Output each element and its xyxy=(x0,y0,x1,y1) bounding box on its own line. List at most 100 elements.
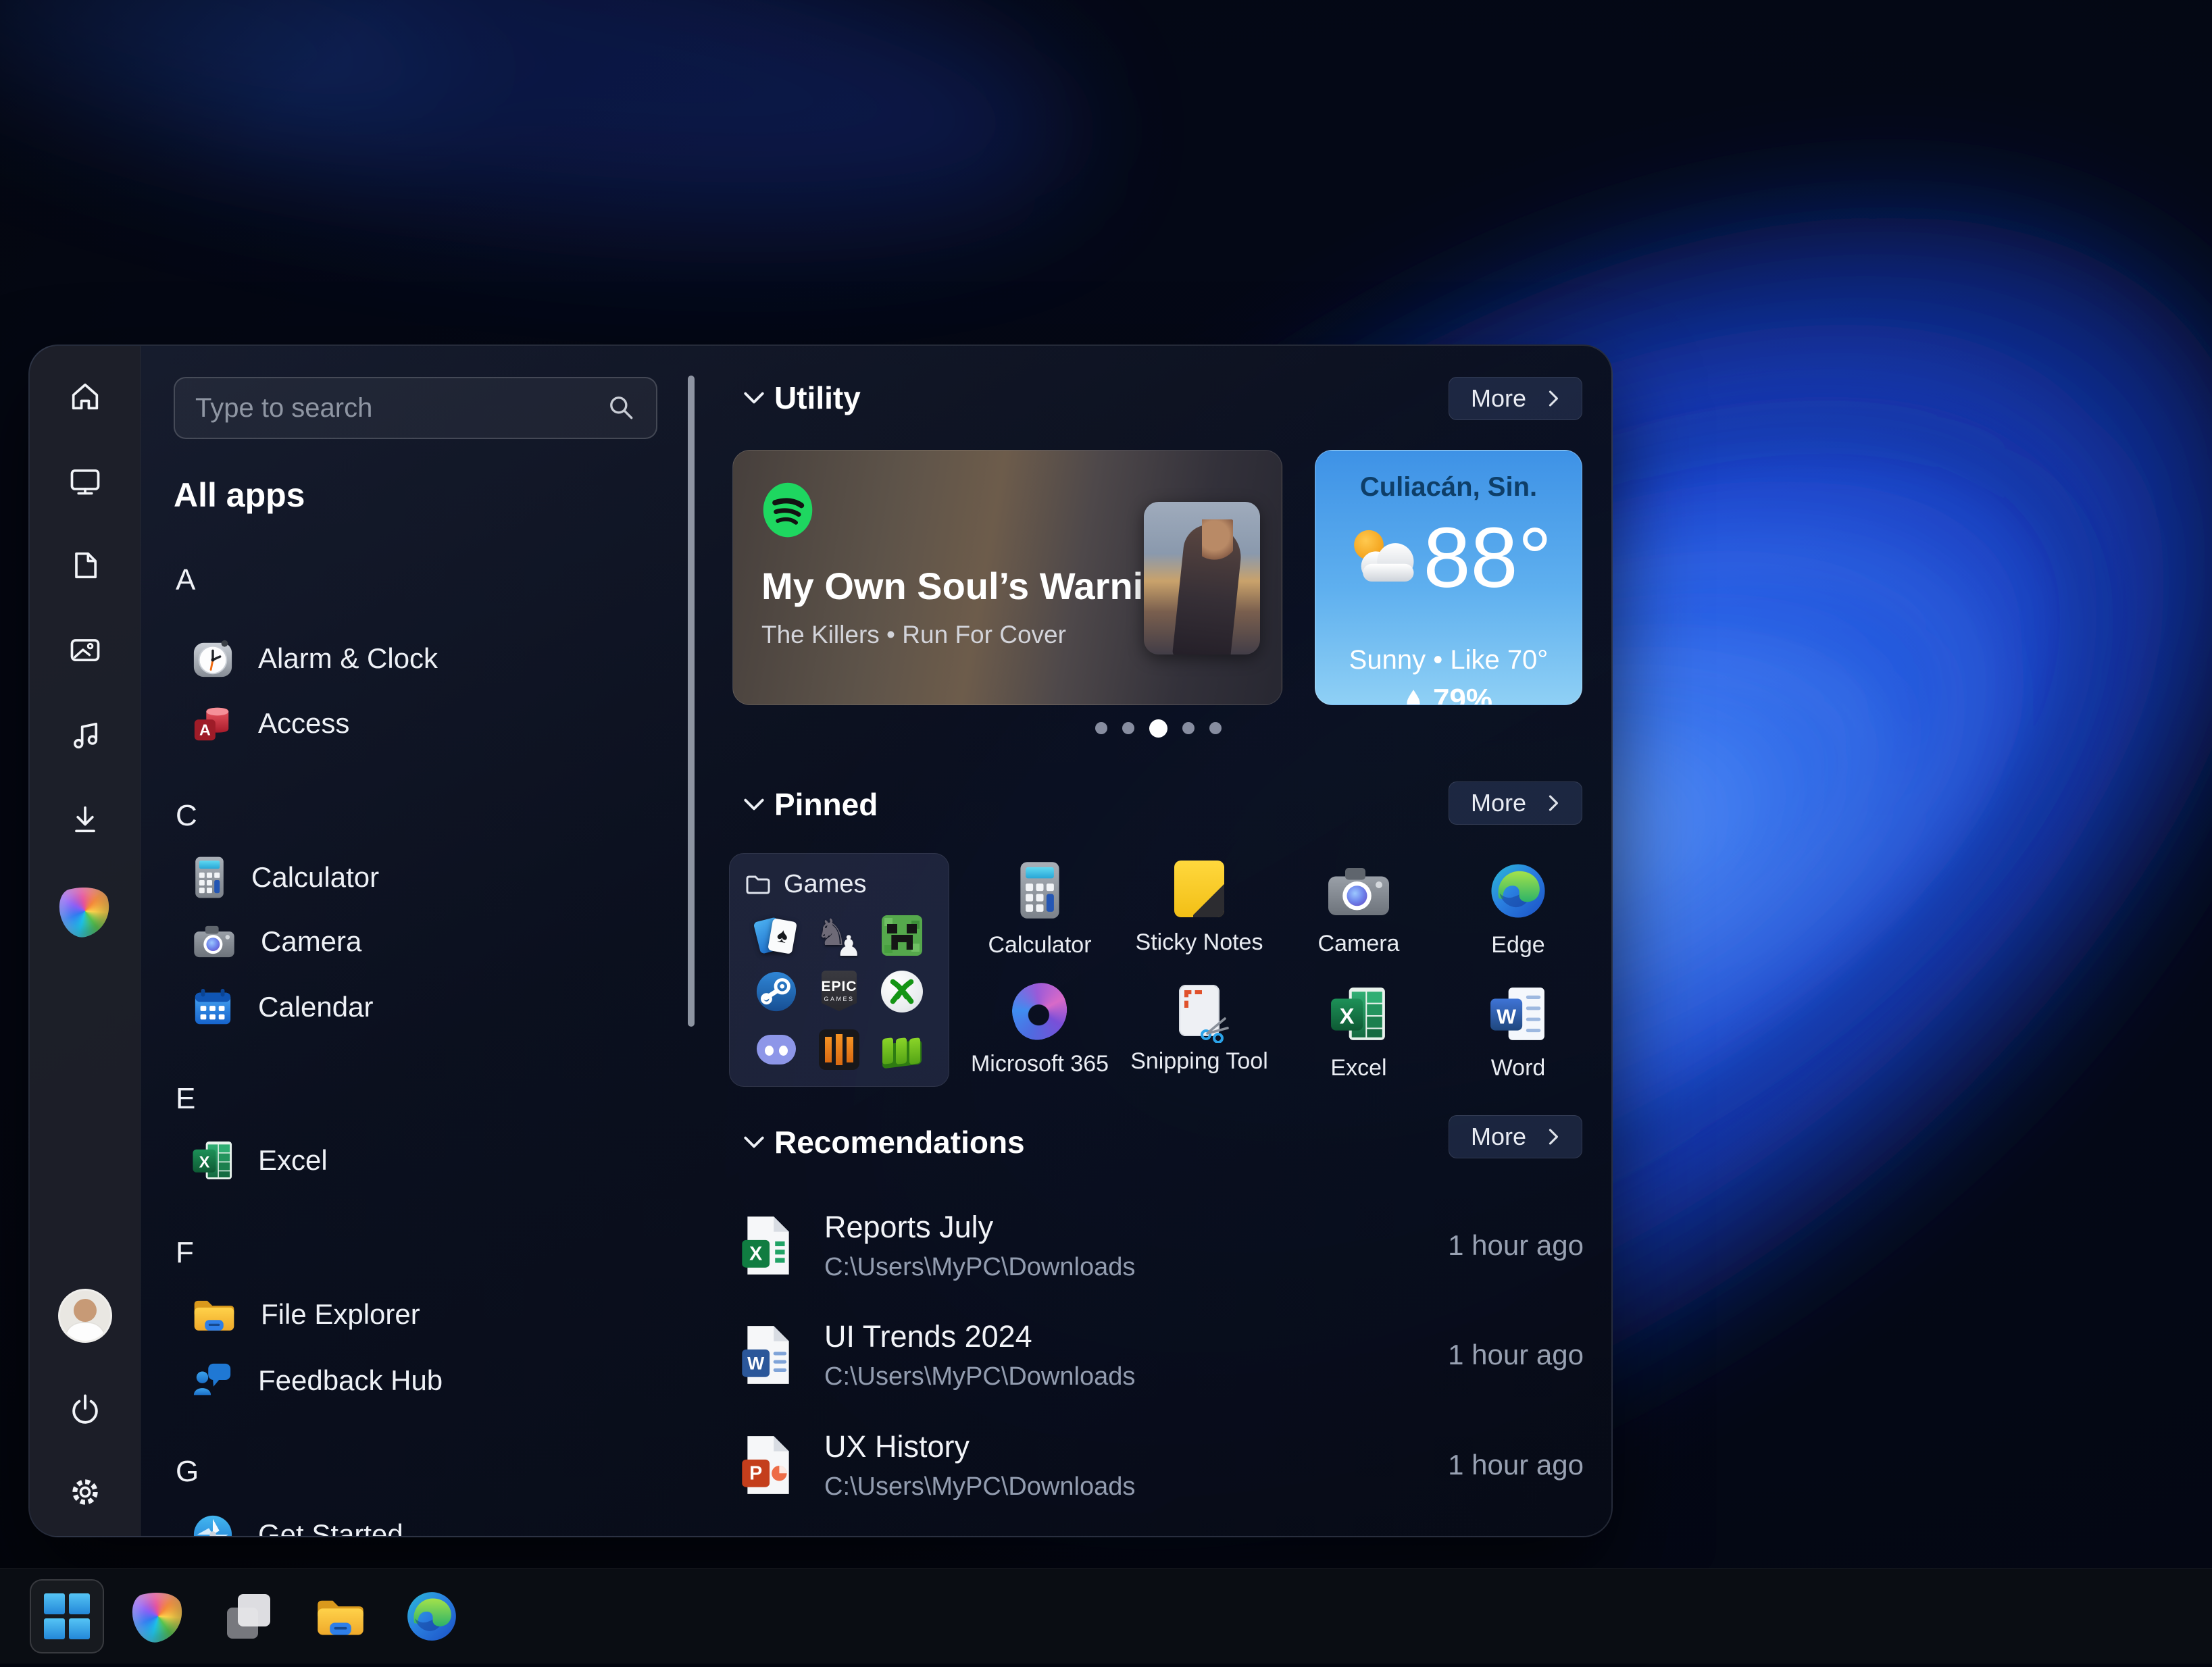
edge-icon xyxy=(405,1590,458,1643)
recommended-file-row[interactable]: Reports July C:\Users\MyPC\Downloads 1 h… xyxy=(742,1204,1584,1287)
get-started-icon xyxy=(192,1514,234,1537)
app-row-excel[interactable]: Excel xyxy=(192,1135,328,1186)
carousel-dot-active[interactable] xyxy=(1149,719,1167,738)
carousel-dot[interactable] xyxy=(1182,722,1195,734)
camera-icon xyxy=(192,923,236,960)
rail-settings-button[interactable] xyxy=(53,1460,118,1524)
start-button[interactable] xyxy=(30,1579,104,1653)
more-label: More xyxy=(1471,1123,1526,1151)
app-row-feedback-hub[interactable]: Feedback Hub xyxy=(192,1355,443,1406)
app-label: Alarm & Clock xyxy=(258,642,438,675)
rail-downloads-button[interactable] xyxy=(53,787,118,852)
apps-list-scrollbar[interactable] xyxy=(688,376,695,1027)
pinned-tile-snipping-tool[interactable]: Snipping Tool xyxy=(1125,985,1274,1075)
pinned-more-button[interactable]: More xyxy=(1449,781,1582,825)
tile-label: Snipping Tool xyxy=(1130,1048,1268,1075)
pinned-tile-camera[interactable]: Camera xyxy=(1284,865,1433,957)
carousel-dot[interactable] xyxy=(1095,722,1107,734)
tile-label: Sticky Notes xyxy=(1136,929,1263,956)
sticky-notes-icon xyxy=(1174,861,1224,917)
pinned-collapse-chevron-icon[interactable] xyxy=(742,796,766,813)
minecraft-creeper-icon[interactable] xyxy=(882,915,922,956)
pinned-tile-microsoft-365[interactable]: Microsoft 365 xyxy=(965,983,1114,1077)
group-letter: E xyxy=(176,1082,195,1116)
rail-account-button[interactable] xyxy=(53,1283,118,1348)
utility-collapse-chevron-icon[interactable] xyxy=(742,389,766,407)
microsoft-365-icon xyxy=(1005,976,1074,1046)
app-row-calendar[interactable]: Calendar xyxy=(192,981,373,1033)
rail-documents-button[interactable] xyxy=(53,533,118,598)
recommendations-collapse-chevron-icon[interactable] xyxy=(742,1133,766,1151)
app-row-calculator[interactable]: Calculator xyxy=(192,852,379,903)
more-label: More xyxy=(1471,789,1526,817)
file-name: UI Trends 2024 xyxy=(824,1319,1417,1354)
xbox-icon[interactable] xyxy=(881,971,923,1012)
feedback-hub-icon xyxy=(192,1360,234,1402)
pinned-tile-sticky-notes[interactable]: Sticky Notes xyxy=(1125,861,1274,956)
document-icon xyxy=(68,548,103,583)
app-label: Calendar xyxy=(258,991,373,1023)
spotify-media-card[interactable]: My Own Soul’s Warni... The Killers • Run… xyxy=(732,450,1282,705)
rail-home-button[interactable] xyxy=(53,364,118,429)
file-timestamp: 1 hour ago xyxy=(1448,1339,1584,1371)
epic-games-icon[interactable]: EPICGAMES xyxy=(822,971,857,1011)
camera-icon xyxy=(1325,865,1392,919)
calculator-icon xyxy=(1015,861,1064,920)
app-label: Feedback Hub xyxy=(258,1364,443,1397)
app-row-file-explorer[interactable]: File Explorer xyxy=(192,1289,420,1340)
tile-label: Camera xyxy=(1318,931,1400,957)
recommended-file-row[interactable]: UX History C:\Users\MyPC\Downloads 1 hou… xyxy=(742,1424,1584,1506)
recommended-file-row[interactable]: UI Trends 2024 C:\Users\MyPC\Downloads 1… xyxy=(742,1314,1584,1396)
carousel-dot[interactable] xyxy=(1122,722,1134,734)
recommendations-more-button[interactable]: More xyxy=(1449,1115,1582,1158)
file-name: Reports July xyxy=(824,1210,1417,1245)
excel-file-icon xyxy=(742,1214,793,1277)
word-icon xyxy=(1489,985,1547,1043)
pinned-tile-word[interactable]: Word xyxy=(1444,985,1592,1081)
app-row-alarm-clock[interactable]: Alarm & Clock xyxy=(192,633,438,684)
app-row-access[interactable]: Access xyxy=(192,698,349,749)
rail-pictures-button[interactable] xyxy=(53,617,118,682)
app-label: Access xyxy=(258,707,349,740)
steam-icon[interactable] xyxy=(755,971,797,1016)
solitaire-icon[interactable]: ♠ xyxy=(755,915,797,957)
search-box[interactable] xyxy=(174,377,657,439)
file-explorer-icon xyxy=(315,1595,366,1638)
sun-cloud-icon xyxy=(1345,517,1423,598)
excel-icon xyxy=(1330,985,1388,1043)
alarm-clock-icon xyxy=(192,638,234,679)
file-timestamp: 1 hour ago xyxy=(1448,1229,1584,1262)
app-row-camera[interactable]: Camera xyxy=(192,916,361,967)
search-input[interactable] xyxy=(195,393,607,424)
call-of-duty-icon[interactable] xyxy=(819,1029,859,1070)
group-letter: A xyxy=(176,563,195,597)
desktop-monitor-icon xyxy=(68,463,103,498)
taskbar-copilot-button[interactable] xyxy=(121,1579,195,1653)
rail-power-button[interactable] xyxy=(53,1377,118,1441)
pinned-tile-calculator[interactable]: Calculator xyxy=(965,861,1114,958)
taskbar-task-view-button[interactable] xyxy=(212,1579,286,1653)
carousel-dot[interactable] xyxy=(1209,722,1222,734)
pinned-tile-edge[interactable]: Edge xyxy=(1444,862,1592,958)
pinned-tile-excel[interactable]: Excel xyxy=(1284,985,1433,1081)
folder-outline-icon xyxy=(745,873,772,897)
app-row-get-started[interactable]: Get Started xyxy=(192,1509,403,1537)
chess-icon[interactable]: ♞♟ xyxy=(818,915,860,957)
weather-condition: Sunny • Like 70° xyxy=(1315,645,1582,675)
weather-card[interactable]: Culiacán, Sin. 88° Sunny • Like 70° 79% xyxy=(1315,450,1582,705)
file-path: C:\Users\MyPC\Downloads xyxy=(824,1472,1417,1502)
rail-desktop-button[interactable] xyxy=(53,448,118,513)
discord-icon[interactable] xyxy=(757,1035,796,1065)
rail-music-button[interactable] xyxy=(53,702,118,767)
weather-temperature: 88° xyxy=(1423,515,1552,600)
search-icon xyxy=(607,394,636,422)
game-tiles-icon[interactable] xyxy=(881,1029,923,1071)
taskbar-file-explorer-button[interactable] xyxy=(303,1579,378,1653)
taskbar-edge-button[interactable] xyxy=(395,1579,469,1653)
music-note-icon xyxy=(68,717,103,752)
pinned-games-folder[interactable]: Games ♠ ♞♟ EPICGAMES xyxy=(729,853,949,1087)
group-letter: G xyxy=(176,1455,199,1489)
utility-more-button[interactable]: More xyxy=(1449,377,1582,420)
taskbar xyxy=(0,1568,2212,1664)
rail-copilot-button[interactable] xyxy=(53,879,118,944)
